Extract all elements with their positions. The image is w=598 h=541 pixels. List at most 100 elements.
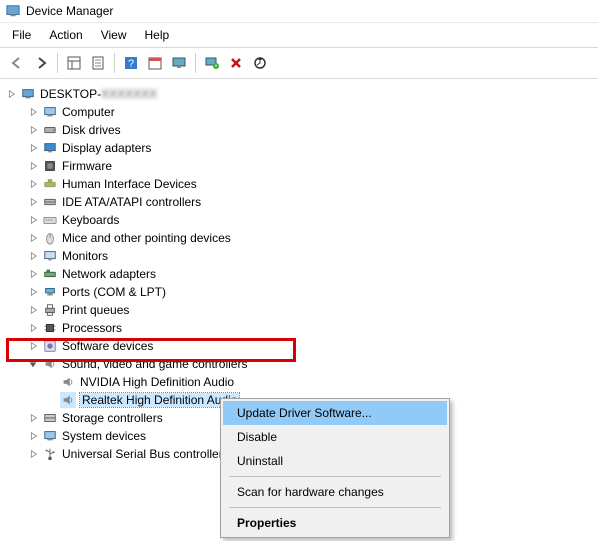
tree-item-computer-0[interactable]: Computer — [4, 103, 594, 121]
firmware-icon — [42, 158, 58, 174]
tree-leaf-spacer — [44, 393, 58, 407]
context-menu[interactable]: Update Driver Software...DisableUninstal… — [220, 398, 450, 538]
menu-file[interactable]: File — [4, 25, 39, 45]
tree-item-label: Monitors — [62, 249, 108, 263]
tree-item-label: Universal Serial Bus controllers — [62, 447, 229, 461]
tree-item-keyboard-6[interactable]: Keyboards — [4, 211, 594, 229]
tree-item-label: Storage controllers — [62, 411, 163, 425]
sound-icon — [42, 356, 58, 372]
toolbar-divider — [195, 53, 196, 73]
toolbar-calendar-button[interactable] — [144, 52, 166, 74]
tree-item-label: Disk drives — [62, 123, 121, 137]
tree-twisty-icon[interactable] — [26, 429, 40, 443]
tree-twisty-icon[interactable] — [26, 231, 40, 245]
ports-icon — [42, 284, 58, 300]
speaker-icon — [60, 374, 76, 390]
tree-twisty-icon[interactable] — [26, 159, 40, 173]
mouse-icon — [42, 230, 58, 246]
svg-text:?: ? — [128, 58, 134, 70]
tree-twisty-icon[interactable] — [26, 213, 40, 227]
toolbar-delete-x-button[interactable] — [225, 52, 247, 74]
system-icon — [42, 428, 58, 444]
context-menu-item-1[interactable]: Disable — [223, 425, 447, 449]
tree-item-network-9[interactable]: Network adapters — [4, 265, 594, 283]
toolbar-divider — [114, 53, 115, 73]
toolbar-back-button[interactable] — [6, 52, 28, 74]
tree-item-label: Network adapters — [62, 267, 156, 281]
tree-twisty-icon[interactable] — [26, 105, 40, 119]
context-menu-item-4[interactable]: Scan for hardware changes — [223, 480, 447, 504]
tree-item-label: Mice and other pointing devices — [62, 231, 231, 245]
tree-twisty-icon[interactable] — [26, 411, 40, 425]
context-menu-separator — [229, 476, 441, 477]
tree-twisty-icon[interactable] — [26, 357, 40, 371]
app-icon — [6, 4, 20, 18]
computer-root-icon — [20, 86, 36, 102]
tree-twisty-icon[interactable] — [26, 141, 40, 155]
tree-item-label: Display adapters — [62, 141, 151, 155]
tree-item-software-13[interactable]: Software devices — [4, 337, 594, 355]
tree-item-label: Realtek High Definition Audio — [80, 393, 239, 407]
tree-item-label: Software devices — [62, 339, 153, 353]
toolbar-properties-sheet-button[interactable] — [87, 52, 109, 74]
tree-twisty-icon[interactable] — [26, 321, 40, 335]
monitor-icon — [42, 248, 58, 264]
tree-twisty-icon[interactable] — [26, 285, 40, 299]
tree-twisty-icon[interactable] — [26, 249, 40, 263]
hid-icon — [42, 176, 58, 192]
tree-item-monitor-8[interactable]: Monitors — [4, 247, 594, 265]
tree-item-label: Processors — [62, 321, 122, 335]
speaker-icon — [60, 392, 76, 408]
tree-twisty-icon[interactable] — [4, 87, 18, 101]
tree-item-cpu-12[interactable]: Processors — [4, 319, 594, 337]
toolbar-monitor-plus-button[interactable]: + — [201, 52, 223, 74]
printer-icon — [42, 302, 58, 318]
toolbar: ?+ — [0, 48, 598, 79]
toolbar-forward-button[interactable] — [30, 52, 52, 74]
tree-twisty-icon[interactable] — [26, 303, 40, 317]
tree-item-label: Print queues — [62, 303, 129, 317]
toolbar-divider — [57, 53, 58, 73]
tree-item-sound-14[interactable]: Sound, video and game controllers — [4, 355, 594, 373]
tree-twisty-icon[interactable] — [26, 339, 40, 353]
tree-leaf-spacer — [44, 375, 58, 389]
toolbar-help-button[interactable]: ? — [120, 52, 142, 74]
menu-help[interactable]: Help — [137, 25, 178, 45]
tree-item-label: Human Interface Devices — [62, 177, 197, 191]
disk-icon — [42, 122, 58, 138]
window-title: Device Manager — [26, 4, 113, 18]
tree-twisty-icon[interactable] — [26, 123, 40, 137]
tree-item-label: IDE ATA/ATAPI controllers — [62, 195, 201, 209]
tree-twisty-icon[interactable] — [26, 447, 40, 461]
toolbar-update-driver-button[interactable] — [249, 52, 271, 74]
tree-item-ide-5[interactable]: IDE ATA/ATAPI controllers — [4, 193, 594, 211]
menu-action[interactable]: Action — [41, 25, 90, 45]
tree-item-ports-10[interactable]: Ports (COM & LPT) — [4, 283, 594, 301]
tree-item-printer-11[interactable]: Print queues — [4, 301, 594, 319]
titlebar: Device Manager — [0, 0, 598, 23]
context-menu-item-0[interactable]: Update Driver Software... — [223, 401, 447, 425]
software-icon — [42, 338, 58, 354]
toolbar-show-tree-button[interactable] — [63, 52, 85, 74]
tree-item-mouse-7[interactable]: Mice and other pointing devices — [4, 229, 594, 247]
network-icon — [42, 266, 58, 282]
tree-item-speaker-15[interactable]: NVIDIA High Definition Audio — [4, 373, 594, 391]
tree-item-display-2[interactable]: Display adapters — [4, 139, 594, 157]
tree-item-hid-4[interactable]: Human Interface Devices — [4, 175, 594, 193]
menu-view[interactable]: View — [93, 25, 135, 45]
storage-icon — [42, 410, 58, 426]
tree-twisty-icon[interactable] — [26, 267, 40, 281]
tree-item-label: Computer — [62, 105, 115, 119]
tree-item-label: Sound, video and game controllers — [62, 357, 247, 371]
tree-twisty-icon[interactable] — [26, 195, 40, 209]
tree-item-firmware-3[interactable]: Firmware — [4, 157, 594, 175]
toolbar-monitor-refresh-button[interactable] — [168, 52, 190, 74]
tree-item-label: NVIDIA High Definition Audio — [80, 375, 234, 389]
tree-item-disk-1[interactable]: Disk drives — [4, 121, 594, 139]
context-menu-item-6[interactable]: Properties — [223, 511, 447, 535]
keyboard-icon — [42, 212, 58, 228]
context-menu-item-2[interactable]: Uninstall — [223, 449, 447, 473]
cpu-icon — [42, 320, 58, 336]
tree-root[interactable]: DESKTOP-XXXXXXX — [4, 85, 594, 103]
tree-twisty-icon[interactable] — [26, 177, 40, 191]
